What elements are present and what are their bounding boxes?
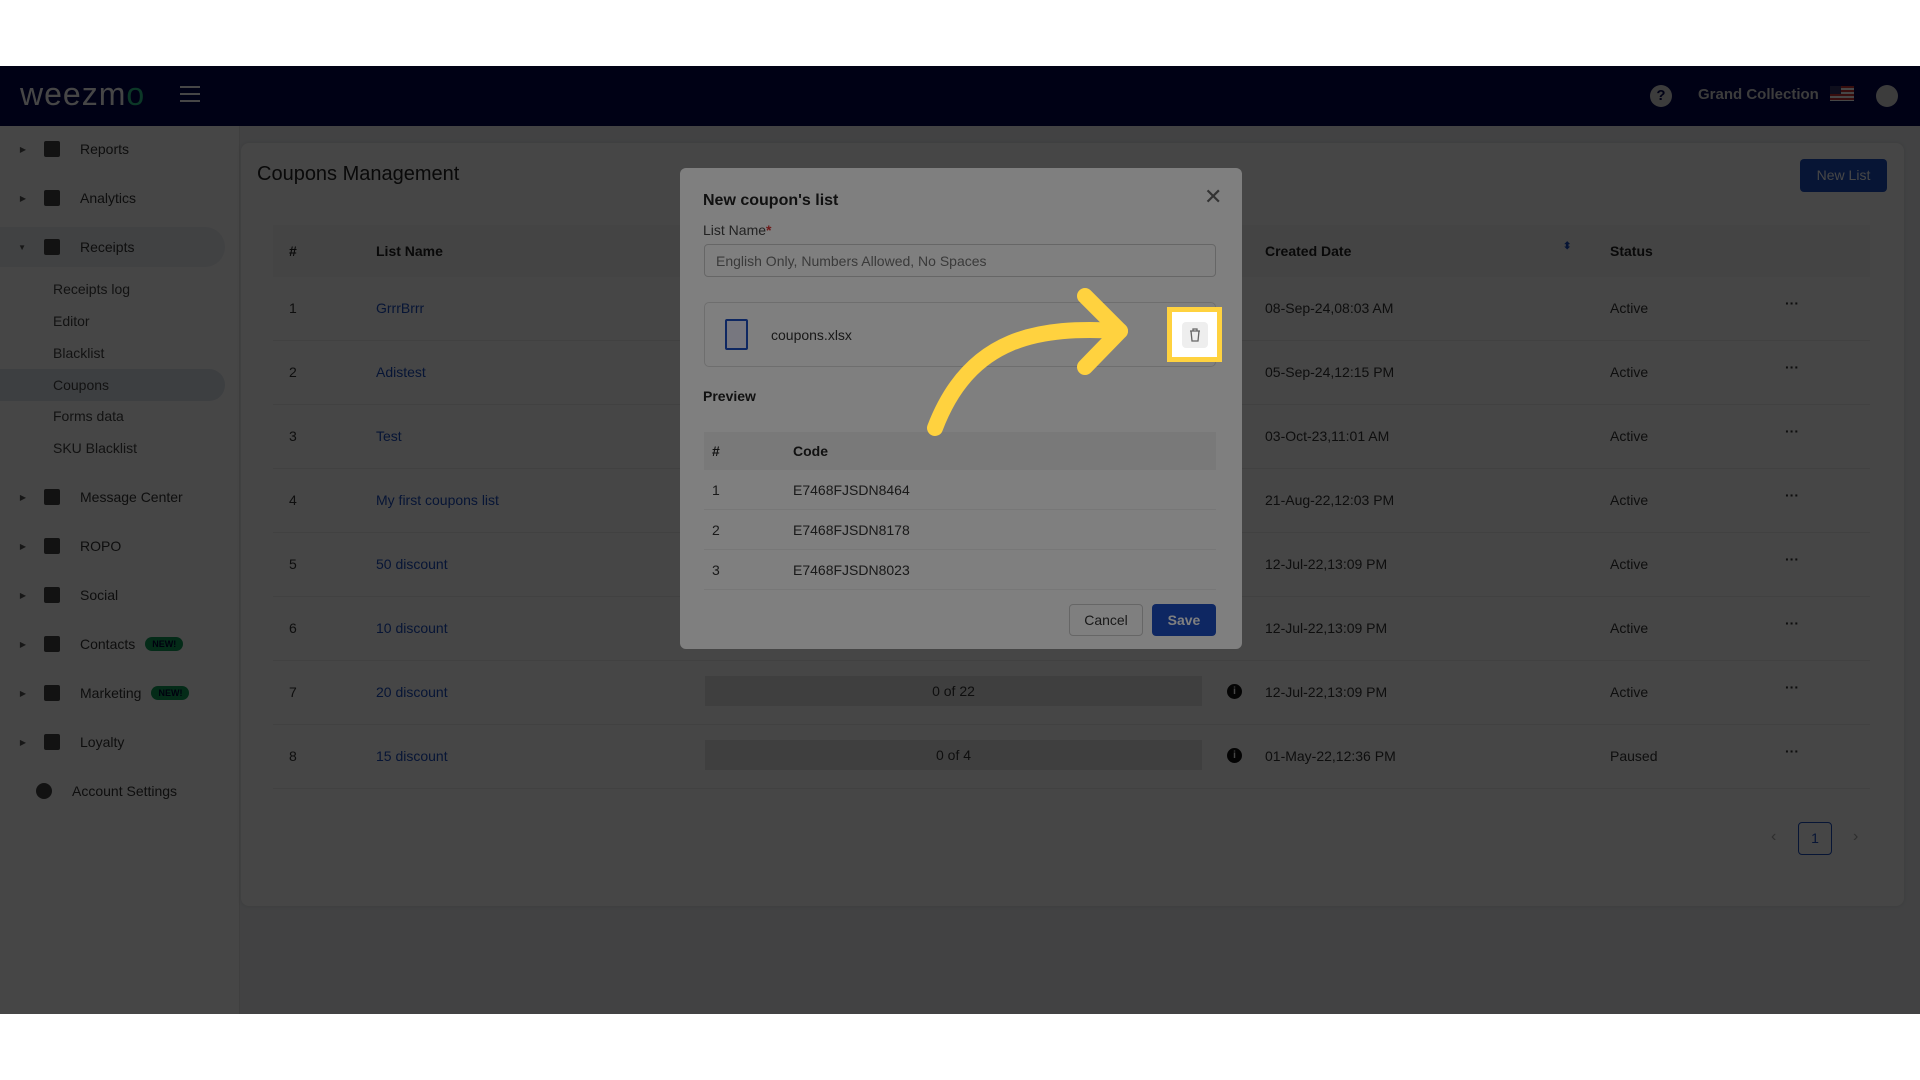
tutorial-arrow-icon [927,288,1128,436]
app-screen: weezmo ? Grand Collection ▶Reports ▶Anal… [0,66,1920,1014]
